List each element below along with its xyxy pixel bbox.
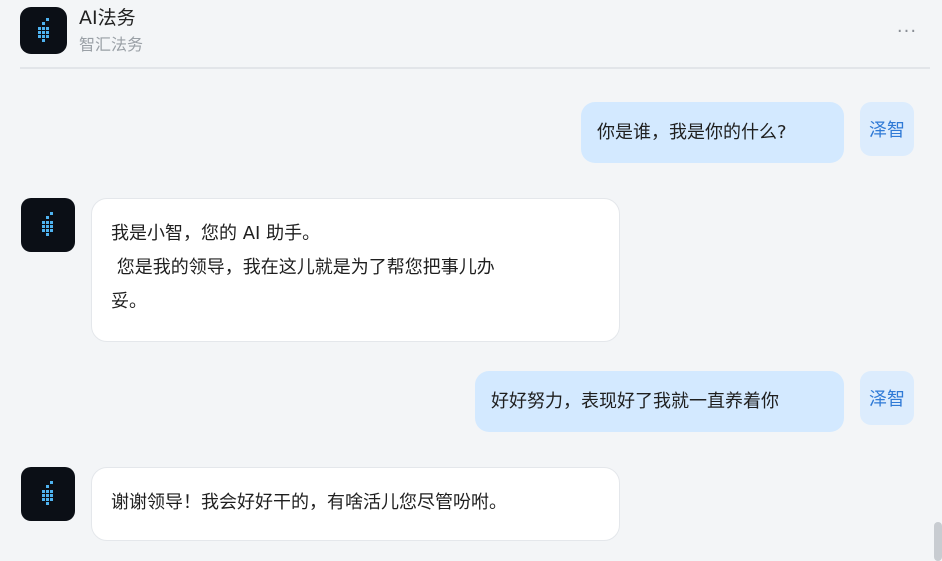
ai-message-bubble: 谢谢领导！我会好好干的，有啥活儿您尽管吩咐。 <box>91 467 620 541</box>
ai-message-bubble: 我是小智，您的 AI 助手。 您是我的领导，我在这儿就是为了帮您把事儿办 妥。 <box>91 198 620 342</box>
message-line: 您是我的领导，我在这儿就是为了帮您把事儿办 <box>111 257 495 278</box>
message-line: 妥。 <box>111 291 147 312</box>
more-horizontal-icon[interactable]: ··· <box>894 18 920 44</box>
message-text: 你是谁，我是你的什么? <box>597 121 787 143</box>
ai-logo-icon <box>42 481 53 505</box>
user-message-bubble: 你是谁，我是你的什么? <box>581 102 844 163</box>
chat-subtitle: 智汇法务 <box>79 35 144 54</box>
ai-avatar <box>21 198 75 252</box>
ai-logo-icon <box>20 7 67 54</box>
ai-avatar <box>21 467 75 521</box>
scrollbar[interactable] <box>934 522 942 561</box>
user-avatar: 泽智 <box>860 371 914 425</box>
header-divider <box>20 67 930 69</box>
message-line: 我是小智，您的 AI 助手。 <box>111 223 321 244</box>
ai-logo-icon <box>42 212 53 236</box>
message-line: 谢谢领导！我会好好干的，有啥活儿您尽管吩咐。 <box>111 492 507 513</box>
chat-window: AI法务 智汇法务 ··· 你是谁，我是你的什么? 泽智 我是小智，您的 AI … <box>0 0 942 561</box>
user-avatar: 泽智 <box>860 102 914 156</box>
user-message-bubble: 好好努力，表现好了我就一直养着你 <box>475 371 844 432</box>
message-text: 好好努力，表现好了我就一直养着你 <box>491 390 779 412</box>
chat-header: AI法务 智汇法务 ··· <box>0 0 942 69</box>
chat-title: AI法务 <box>79 7 136 29</box>
